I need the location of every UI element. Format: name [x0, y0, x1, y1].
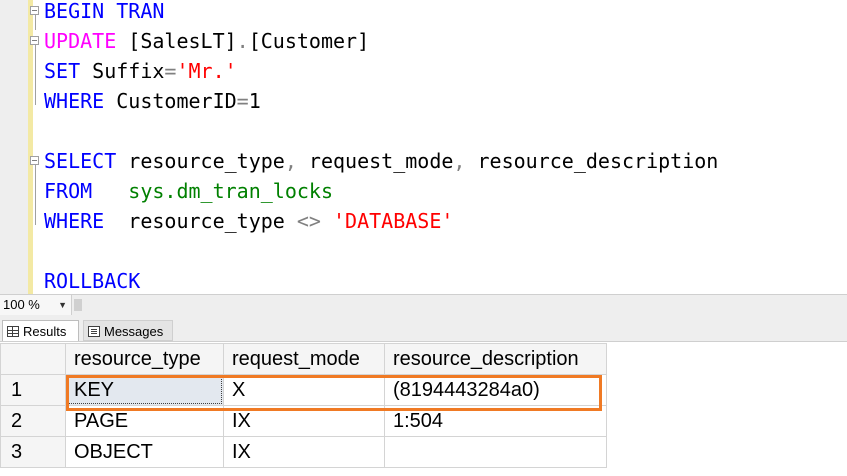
outline-line: [35, 15, 36, 30]
code-line[interactable]: BEGIN TRAN: [44, 0, 164, 26]
code-token: ROLLBACK: [44, 269, 141, 293]
code-token: =: [236, 89, 249, 113]
corner-header-cell[interactable]: [0, 343, 66, 375]
results-tabbar: Results Messages: [0, 316, 847, 342]
code-token: UPDATE: [44, 29, 117, 53]
tab-messages[interactable]: Messages: [83, 320, 173, 341]
code-token: BEGIN TRAN: [44, 0, 165, 23]
code-token: WHERE: [44, 89, 105, 113]
code-line[interactable]: SELECT resource_type, request_mode, reso…: [44, 146, 718, 176]
grid-icon: [7, 326, 19, 337]
code-token: 'Mr.': [176, 59, 237, 83]
zoom-bar: 100 % ▼: [0, 294, 847, 316]
code-line[interactable]: FROM sys.dm_tran_locks: [44, 176, 333, 206]
code-line[interactable]: ROLLBACK: [44, 266, 140, 294]
code-token: <>: [296, 209, 321, 233]
code-token: resource_type: [116, 149, 285, 173]
tab-results-label: Results: [23, 324, 67, 339]
code-token: FROM: [44, 179, 93, 203]
table-cell[interactable]: X: [223, 374, 385, 406]
chevron-down-icon[interactable]: ▼: [58, 295, 67, 315]
outline-line: [35, 165, 36, 225]
table-cell[interactable]: (8194443284a0): [384, 374, 607, 406]
query-editor[interactable]: BEGIN TRAN UPDATE [SalesLT].[Customer] SET…: [0, 0, 847, 294]
editor-gutter: [0, 0, 28, 294]
code-token: CustomerID: [104, 89, 237, 113]
tab-results[interactable]: Results: [2, 320, 79, 341]
table-cell[interactable]: IX: [223, 436, 385, 468]
table-cell[interactable]: 1:504: [384, 405, 607, 437]
table-row[interactable]: 3 OBJECT IX: [0, 436, 607, 468]
tab-messages-label: Messages: [104, 324, 164, 339]
header-row: resource_type request_mode resource_desc…: [0, 343, 607, 375]
code-token: request_mode: [296, 149, 454, 173]
table-cell[interactable]: PAGE: [65, 405, 224, 437]
column-header[interactable]: resource_type: [65, 343, 224, 375]
column-header[interactable]: resource_description: [384, 343, 607, 375]
code-line[interactable]: UPDATE [SalesLT].[Customer]: [44, 26, 369, 56]
code-token: sys.dm_tran_locks: [92, 179, 333, 203]
zoom-value: 100 %: [3, 297, 40, 312]
code-token: =: [164, 59, 177, 83]
code-token: WHERE: [44, 209, 105, 233]
code-token: [Customer]: [248, 29, 370, 53]
code-token: 1: [248, 89, 261, 113]
code-token: resource_type: [104, 209, 297, 233]
messages-icon: [88, 326, 100, 337]
code-token: SET: [44, 59, 81, 83]
results-grid[interactable]: resource_type request_mode resource_desc…: [0, 342, 847, 476]
row-number[interactable]: 2: [0, 405, 66, 437]
code-line[interactable]: WHERE resource_type <> 'DATABASE': [44, 206, 453, 236]
horizontal-scrollbar-thumb[interactable]: [74, 299, 82, 311]
row-number[interactable]: 3: [0, 436, 66, 468]
code-token: SELECT: [44, 149, 117, 173]
table-row[interactable]: 2 PAGE IX 1:504: [0, 405, 607, 437]
code-token: Suffix: [80, 59, 165, 83]
code-line[interactable]: WHERE CustomerID=1: [44, 86, 261, 116]
collapse-toggle-icon[interactable]: [30, 6, 39, 15]
row-number[interactable]: 1: [0, 374, 66, 406]
column-header[interactable]: request_mode: [223, 343, 385, 375]
code-token: resource_description: [465, 149, 719, 173]
table-cell[interactable]: IX: [223, 405, 385, 437]
zoom-dropdown[interactable]: 100 % ▼: [0, 295, 72, 315]
code-token: 'DATABASE': [320, 209, 454, 233]
code-token: ,: [284, 149, 297, 173]
table-cell[interactable]: KEY: [65, 374, 224, 406]
outline-line: [35, 45, 36, 105]
code-token: [SalesLT]: [116, 29, 237, 53]
code-token: ,: [453, 149, 466, 173]
table-cell[interactable]: OBJECT: [65, 436, 224, 468]
collapse-toggle-icon[interactable]: [30, 36, 39, 45]
code-token: .: [236, 29, 249, 53]
table-row[interactable]: 1 KEY X (8194443284a0): [0, 374, 607, 406]
table-cell[interactable]: [384, 436, 607, 468]
results-table: resource_type request_mode resource_desc…: [0, 343, 607, 468]
code-line[interactable]: SET Suffix='Mr.': [44, 56, 237, 86]
collapse-toggle-icon[interactable]: [30, 156, 39, 165]
